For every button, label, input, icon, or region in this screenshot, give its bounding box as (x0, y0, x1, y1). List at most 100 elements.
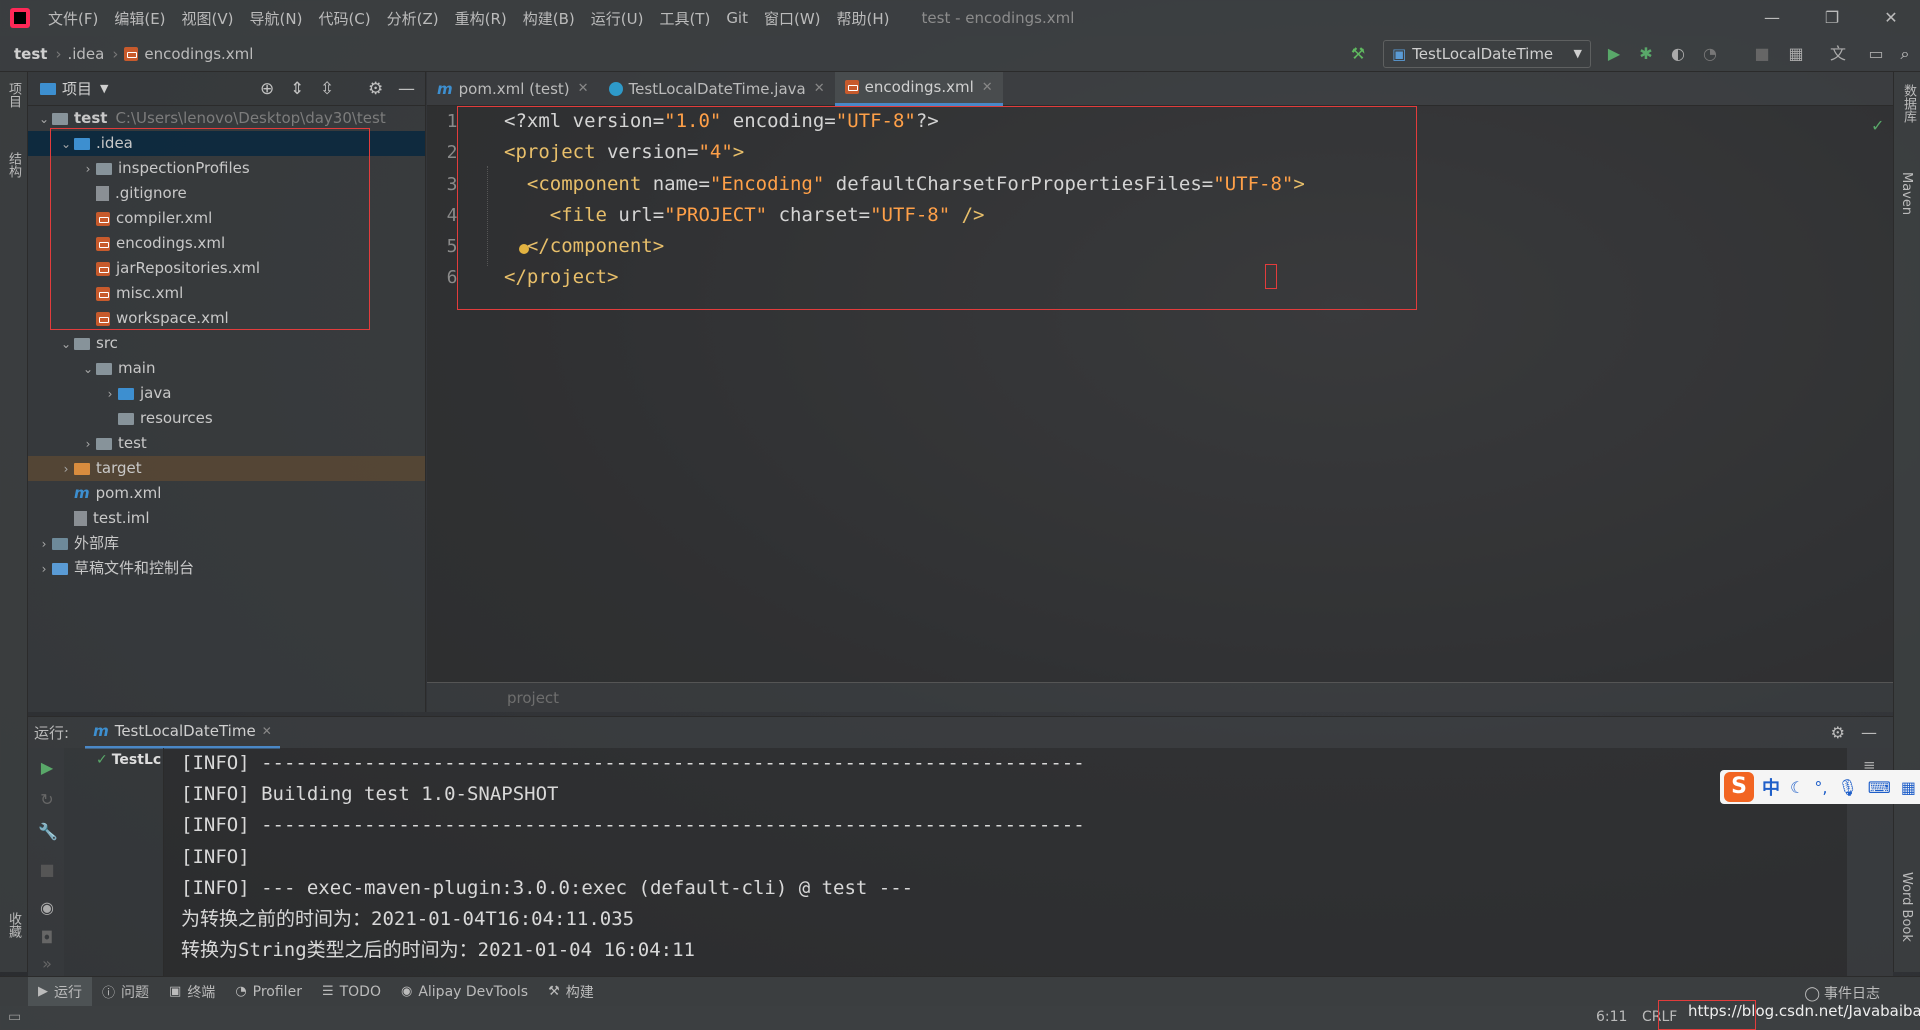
event-log[interactable]: ◯ 事件日志 (1804, 983, 1880, 1003)
editor-tab[interactable]: encodings.xml ✕ (834, 71, 1003, 106)
tree-item[interactable]: › 草稿文件和控制台 (28, 556, 425, 581)
menu-item[interactable]: 构建(B) (515, 8, 583, 29)
bottom-tool-tab[interactable]: ◉ Alipay DevTools (391, 977, 538, 1007)
run-configuration-select[interactable]: ▣ TestLocalDateTime ▼ (1383, 40, 1591, 68)
close-button[interactable]: ✕ (1862, 0, 1920, 36)
chevron-down-icon[interactable]: ▼ (100, 82, 108, 95)
run-tree-item[interactable]: ✓ TestLc (96, 752, 161, 768)
keyboard-icon[interactable]: ⌨ (1868, 778, 1891, 797)
rerun-icon[interactable]: ▶ (38, 758, 56, 777)
tree-item[interactable]: › target (28, 456, 425, 481)
stop-icon[interactable]: ■ (38, 860, 56, 879)
expand-all-icon[interactable]: ⇕ (290, 79, 304, 99)
hide-icon[interactable]: — (398, 79, 415, 99)
punctuation-icon[interactable]: °, (1814, 778, 1827, 797)
run-tab[interactable]: m TestLocalDateTime ✕ (85, 717, 280, 749)
tool-tab-icon: ☰ (321, 984, 334, 999)
menu-item[interactable]: 工具(T) (651, 8, 718, 29)
editor-tab[interactable]: TestLocalDateTime.java ✕ (599, 72, 835, 106)
chevron-icon[interactable]: › (80, 432, 96, 457)
eye-icon[interactable]: ◉ (38, 898, 56, 917)
menu-item[interactable]: 导航(N) (242, 8, 311, 29)
code-editor[interactable]: 123456 <?xml version="1.0" encoding="UTF… (427, 106, 1893, 682)
bottom-tool-tab[interactable]: ⚒ 构建 (538, 977, 604, 1007)
menu-item[interactable]: Git (718, 9, 756, 27)
more-icon[interactable]: » (38, 954, 56, 973)
chevron-icon[interactable]: › (58, 457, 74, 482)
presentation-icon[interactable]: ▭ (1866, 44, 1886, 64)
tree-item[interactable]: ⌄ main (28, 356, 425, 381)
menu-item[interactable]: 窗口(W) (756, 8, 829, 29)
close-tab-icon[interactable]: ✕ (814, 81, 825, 96)
bottom-tool-tab[interactable]: ⓘ 问题 (92, 977, 159, 1007)
database-tool-tab[interactable]: 数据库 (1899, 84, 1918, 123)
tree-item[interactable]: test.iml (28, 506, 425, 531)
breadcrumb-file[interactable]: encodings.xml (120, 45, 259, 63)
chevron-icon[interactable]: › (36, 557, 52, 582)
tree-item[interactable]: resources (28, 406, 425, 431)
bottom-tool-tab[interactable]: ▣ 终端 (159, 977, 225, 1007)
wrench-icon[interactable]: 🔧 (38, 822, 58, 841)
menu-bar: 文件(F) 编辑(E) 视图(V) 导航(N) 代码(C) 分析(Z) 重构(R) 构建(B)… (0, 0, 1920, 36)
minimize-button[interactable]: — (1743, 0, 1801, 36)
close-tab-icon[interactable]: ✕ (982, 80, 993, 95)
console-output[interactable]: [INFO] ---------------------------------… (164, 748, 1847, 976)
tree-item[interactable]: ⌄ src (28, 331, 425, 356)
translate-icon[interactable]: 文 (1828, 44, 1848, 64)
hide-icon[interactable]: — (1861, 723, 1877, 742)
menu-item[interactable]: 重构(R) (447, 8, 515, 29)
camera-icon[interactable]: ◘ (38, 928, 56, 947)
maven-tool-tab[interactable]: Maven (1899, 172, 1914, 215)
caret-position[interactable]: 6:11 (1596, 1009, 1627, 1025)
tree-item[interactable]: › test (28, 431, 425, 456)
breadcrumb-idea[interactable]: .idea (63, 45, 110, 63)
project-structure-icon[interactable]: ▦ (1786, 44, 1806, 64)
tree-item[interactable]: › java (28, 381, 425, 406)
microphone-icon[interactable]: 🎙 (1837, 778, 1857, 797)
coverage-icon[interactable]: ◐ (1668, 44, 1688, 64)
moon-icon[interactable]: ☾ (1790, 778, 1804, 797)
stop-icon[interactable]: ■ (1752, 44, 1772, 64)
grid-icon[interactable]: ▦ (1901, 778, 1916, 797)
ime-toolbar[interactable]: S 中 ☾ °, 🎙 ⌨ ▦ (1720, 770, 1920, 804)
menu-item[interactable]: 分析(Z) (379, 8, 447, 29)
gear-icon[interactable]: ⚙ (368, 79, 383, 99)
breadcrumb-project[interactable]: test (0, 45, 53, 63)
bottom-tool-tab[interactable]: ▶ 运行 (28, 976, 92, 1007)
tree-item[interactable]: m pom.xml (28, 481, 425, 506)
favorites-tool-tab[interactable]: 收藏 (4, 912, 23, 938)
project-panel-title[interactable]: 项目 (62, 78, 92, 99)
close-tab-icon[interactable]: ✕ (262, 724, 272, 738)
locate-icon[interactable]: ⊕ (260, 79, 274, 99)
run-icon[interactable]: ▶ (1604, 44, 1624, 64)
chevron-icon[interactable]: › (36, 532, 52, 557)
close-tab-icon[interactable]: ✕ (578, 81, 589, 96)
menu-item[interactable]: 代码(C) (310, 8, 378, 29)
bottom-tool-tab[interactable]: ◔ Profiler (225, 977, 312, 1007)
profile-icon[interactable]: ◔ (1700, 44, 1720, 64)
build-hammer-icon[interactable]: ⚒ (1348, 44, 1368, 64)
chevron-icon[interactable]: ⌄ (80, 357, 96, 382)
debug-icon[interactable]: ✱ (1636, 44, 1656, 64)
menu-item[interactable]: 运行(U) (583, 8, 652, 29)
toggle-panels-icon[interactable]: ▭ (8, 1009, 21, 1025)
tree-item[interactable]: › 外部库 (28, 531, 425, 556)
editor-tab[interactable]: m pom.xml (test) ✕ (427, 72, 599, 106)
structure-tool-tab[interactable]: 结构 (4, 152, 23, 178)
collapse-all-icon[interactable]: ⇳ (320, 79, 334, 99)
menu-item[interactable]: 文件(F) (40, 8, 106, 29)
menu-item[interactable]: 编辑(E) (106, 8, 173, 29)
menu-item[interactable]: 视图(V) (174, 8, 242, 29)
rerun-failed-icon[interactable]: ↻ (38, 790, 56, 809)
editor-breadcrumb[interactable]: project (427, 682, 1893, 712)
project-tool-tab[interactable]: 项目 (4, 82, 23, 108)
chevron-icon[interactable]: › (102, 382, 118, 407)
ime-lang[interactable]: 中 (1762, 774, 1780, 800)
wordbook-tool-tab[interactable]: Word Book (1899, 872, 1914, 942)
menu-item[interactable]: 帮助(H) (829, 8, 898, 29)
search-icon[interactable]: ⌕ (1895, 44, 1915, 64)
chevron-icon[interactable]: ⌄ (58, 332, 74, 357)
gear-icon[interactable]: ⚙ (1831, 723, 1845, 742)
bottom-tool-tab[interactable]: ☰ TODO (312, 977, 391, 1007)
restore-button[interactable]: ❐ (1803, 0, 1861, 36)
